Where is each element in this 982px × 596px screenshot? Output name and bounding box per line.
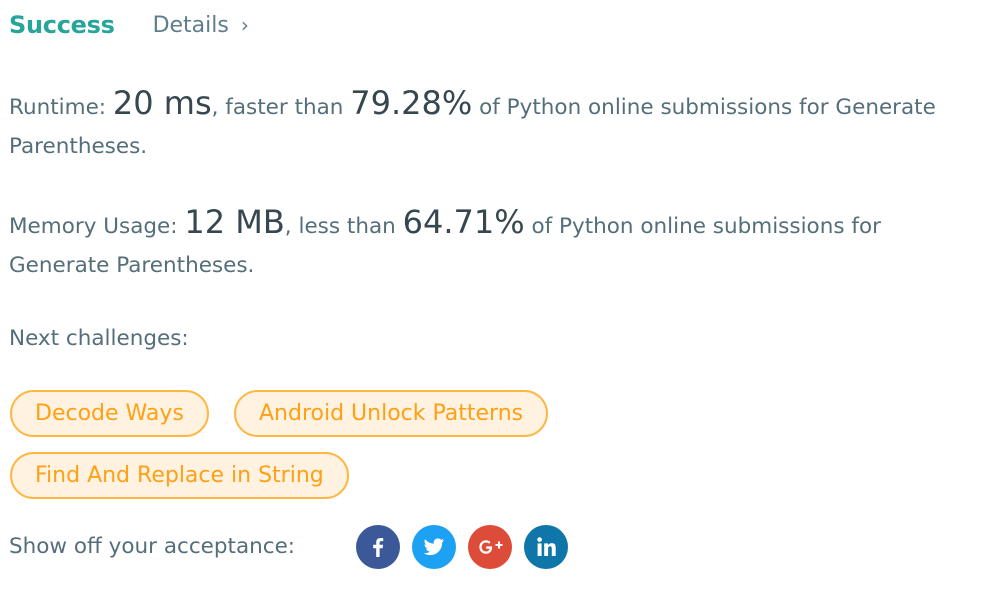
linkedin-icon [537,537,556,556]
memory-value: 12 MB [184,203,285,241]
next-challenges-label: Next challenges: [9,326,189,351]
challenge-chip-find-and-replace-in-string[interactable]: Find And Replace in String [10,452,349,499]
result-header: Success Details › [9,8,249,42]
share-label: Show off your acceptance: [9,534,296,559]
memory-percent: 64.71% [402,203,525,241]
details-link[interactable]: Details › [153,13,249,38]
memory-comparison: , less than [284,214,403,239]
runtime-stat: Runtime: 20 ms, faster than 79.28% of Py… [9,84,969,166]
facebook-icon [373,538,384,557]
status-label: Success [9,11,115,39]
challenge-chip-decode-ways[interactable]: Decode Ways [10,390,209,437]
facebook-share-button[interactable] [356,525,400,569]
twitter-share-button[interactable] [412,525,456,569]
challenge-chip-android-unlock-patterns[interactable]: Android Unlock Patterns [234,390,549,437]
twitter-icon [423,538,444,556]
runtime-comparison: , faster than [211,95,351,120]
linkedin-share-button[interactable] [524,525,568,569]
memory-stat: Memory Usage: 12 MB, less than 64.71% of… [9,203,969,285]
google-plus-share-button[interactable] [468,525,512,569]
runtime-value: 20 ms [112,84,212,122]
runtime-label: Runtime: [9,95,113,120]
memory-label: Memory Usage: [9,214,185,239]
chevron-right-icon: › [240,13,249,37]
google-plus-icon [479,540,503,554]
runtime-percent: 79.28% [350,84,473,122]
details-label: Details [152,12,229,38]
